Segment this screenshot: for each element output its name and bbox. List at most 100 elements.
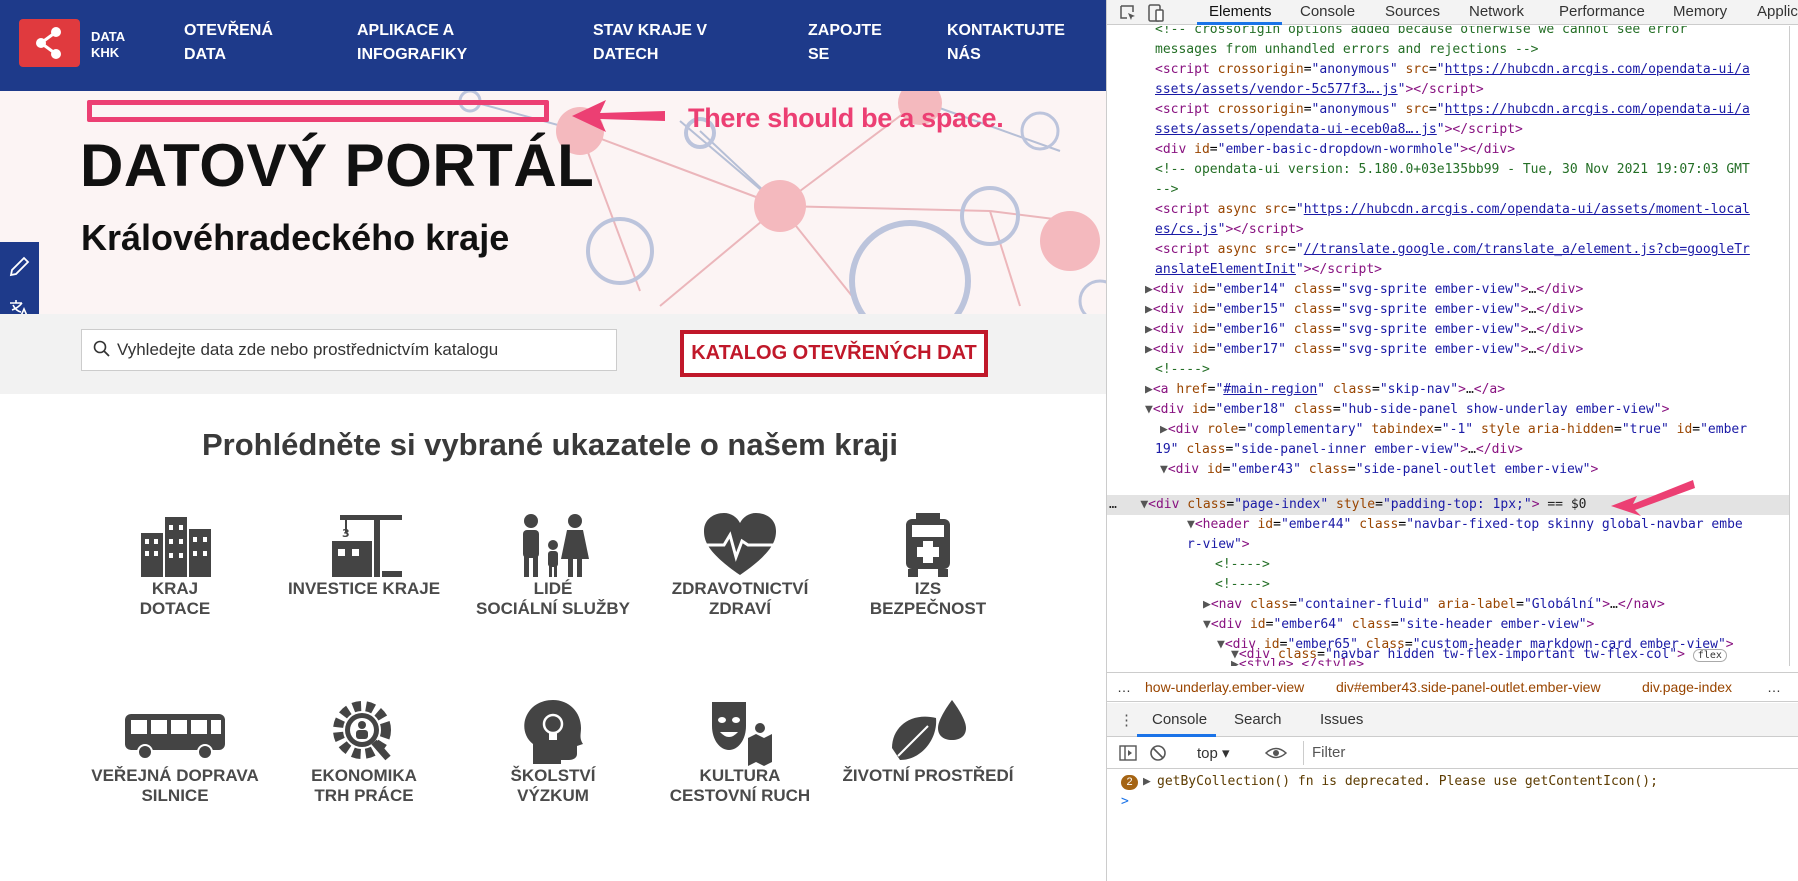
dom-line[interactable]: <script crossorigin="anonymous" src="htt… [1155,100,1750,120]
logo-share-icon[interactable] [19,19,80,67]
dom-line[interactable]: es/cs.js"></script> [1155,220,1304,240]
dom-line[interactable]: ssets/assets/vendor-5c577f3….js"></scrip… [1155,80,1484,100]
category-environment[interactable]: ŽIVOTNÍ PROSTŘEDÍ [830,698,1026,786]
dom-line[interactable]: ▼<div id="ember18" class="hub-side-panel… [1145,400,1669,420]
theatre-map-icon [712,702,772,766]
dom-line[interactable]: <script async src="https://hubcdn.arcgis… [1155,200,1750,220]
page-subtitle: Královéhradeckého kraje [81,217,510,258]
dom-line[interactable]: ▶<div role="complementary" tabindex="-1"… [1160,420,1747,440]
dom-line[interactable]: <!-- crossorigin options added because o… [1155,26,1687,40]
dom-line[interactable]: <!----> [1155,360,1210,380]
annotation-arrow-icon [1611,480,1695,516]
category-economy[interactable]: EKONOMIKA TRH PRÁCE [266,698,462,806]
category-culture-tourism[interactable]: KULTURA CESTOVNÍ RUCH [642,698,838,806]
logo-text[interactable]: DATA KHK [91,29,125,61]
dom-line[interactable]: ▼<div id="ember64" class="site-header em… [1203,615,1594,635]
breadcrumb-item[interactable]: div.page-index [1642,673,1732,701]
tab-network[interactable]: Network [1469,3,1524,20]
dom-line[interactable]: <!----> [1215,555,1270,575]
breadcrumb-item[interactable]: div#ember43.side-panel-outlet.ember-view [1336,673,1601,701]
device-toggle-icon[interactable] [1147,3,1165,23]
tab-elements[interactable]: Elements [1209,3,1272,20]
dom-line[interactable]: 19" class="side-panel-inner ember-view">… [1155,440,1523,460]
sidebar-toggle-icon[interactable] [1119,745,1137,761]
dom-line[interactable]: anslateElementInit"></script> [1155,260,1382,280]
nav-link-apps[interactable]: APLIKACE A INFOGRAFIKY [357,19,467,67]
nav-link-label: APLIKACE A [357,22,455,39]
dom-line[interactable]: <script async src="//translate.google.co… [1155,240,1750,260]
dom-line[interactable]: messages from unhandled errors and rejec… [1155,40,1539,60]
category-label: IZS [914,579,942,598]
nav-link-open-data[interactable]: OTEVŘENÁ DATA [184,19,273,67]
flex-badge[interactable]: flex [1692,649,1727,662]
message-count-badge: 2 [1121,775,1138,790]
edit-pencil-icon[interactable] [0,247,39,287]
dom-line[interactable]: ▼<header id="ember44" class="navbar-fixe… [1187,515,1743,535]
nav-link-get-involved[interactable]: ZAPOJTE SE [808,19,882,67]
dom-line[interactable]: ssets/assets/opendata-ui-eceb0a8….js"></… [1155,120,1523,140]
dom-line[interactable]: ▶<div id="ember14" class="svg-sprite emb… [1145,280,1583,300]
expand-triangle-icon[interactable]: ▶ [1143,770,1151,794]
tab-performance[interactable]: Performance [1559,3,1645,20]
dom-line[interactable]: --> [1155,180,1178,200]
dom-line[interactable]: ▶<div id="ember16" class="svg-sprite emb… [1145,320,1583,340]
dom-line-selected[interactable]: … ▼<div class="page-index" style="paddin… [1109,495,1586,515]
catalog-button[interactable]: KATALOG OTEVŘENÝCH DAT [680,330,988,377]
annotation-text: There should be a space. [688,103,1004,133]
devtools-tabbar: Elements Console Sources Network Perform… [1107,0,1798,25]
breadcrumb-item[interactable]: how-underlay.ember-view [1145,673,1304,701]
dom-line[interactable]: <!-- opendata-ui version: 5.180.0+03e135… [1155,160,1750,180]
console-prompt[interactable]: > [1121,794,1129,809]
tab-application[interactable]: Applic [1757,3,1798,20]
category-ems-safety[interactable]: IZS BEZPEČNOST [830,511,1026,619]
dom-line[interactable]: <script crossorigin="anonymous" src="htt… [1155,60,1750,80]
leaf-drop-icon [892,700,966,760]
head-lightbulb-icon [524,700,583,764]
tab-console[interactable]: Console [1300,3,1355,20]
dom-line[interactable]: ▶<a href="#main-region" class="skip-nav"… [1145,380,1505,400]
dom-line[interactable]: ▶<div id="ember15" class="svg-sprite emb… [1145,300,1583,320]
styles-pane-edge [1789,26,1798,666]
category-healthcare[interactable]: ZDRAVOTNICTVÍ ZDRAVÍ [642,511,838,619]
category-label: KRAJ [151,579,199,598]
category-label: INVESTICE KRAJE [287,579,441,598]
section-heading: Prohlédněte si vybrané ukazatele o našem… [201,427,899,462]
breadcrumb-ellipsis[interactable]: … [1767,673,1781,701]
dom-line[interactable]: <!----> [1215,575,1270,595]
dom-line[interactable]: ▼<div class="navbar hidden tw-flex-impor… [1231,645,1727,665]
dom-line[interactable]: <div id="ember-basic-dropdown-wormhole">… [1155,140,1515,160]
tab-sources[interactable]: Sources [1385,3,1440,20]
category-people-social[interactable]: LIDÉ SOCIÁLNÍ SLUŽBY [455,511,651,619]
inspect-cursor-icon[interactable] [1119,4,1137,22]
console-message[interactable]: 2 ▶ getByCollection() fn is deprecated. … [1107,770,1798,794]
category-label: SOCIÁLNÍ SLUŽBY [476,599,630,618]
nav-link-contact[interactable]: KONTAKTUJTE NÁS [947,19,1065,67]
gear-magnifier-icon [333,701,391,761]
drawer-menu-icon[interactable]: ⋮ [1119,711,1134,729]
category-transport[interactable]: VEŘEJNÁ DOPRAVA SILNICE [77,698,273,806]
nav-link-label: KONTAKTUJTE [947,22,1065,39]
eye-icon[interactable] [1265,746,1287,760]
breadcrumb-ellipsis[interactable]: … [1117,673,1131,701]
category-region-grants[interactable]: KRAJ DOTACE [77,511,273,619]
drawer-tab-issues[interactable]: Issues [1320,711,1363,728]
top-navigation: DATA KHK OTEVŘENÁ DATA APLIKACE A INFOGR… [0,0,1106,91]
dom-line[interactable]: r-view"> [1187,535,1250,555]
category-label: SILNICE [141,786,209,805]
tab-memory[interactable]: Memory [1673,3,1727,20]
page-title: DATOVÝ PORTÁL [80,132,595,199]
category-label: ŠKOLSTVÍ [510,766,596,785]
filter-input[interactable]: Filter [1303,741,1793,765]
context-select[interactable]: top ▾ [1197,744,1230,762]
category-education[interactable]: ŠKOLSTVÍ VÝZKUM [455,698,651,806]
elements-tree[interactable]: <!-- crossorigin options added because o… [1107,26,1789,666]
drawer-tab-console[interactable]: Console [1152,711,1207,728]
clear-console-icon[interactable] [1149,744,1167,762]
context-value: top [1197,745,1218,762]
dom-line[interactable]: ▶<nav class="container-fluid" aria-label… [1203,595,1665,615]
category-region-investment[interactable]: 3 INVESTICE KRAJE [266,511,462,599]
dom-line[interactable]: ▼<div id="ember43" class="side-panel-out… [1160,460,1598,480]
drawer-tab-search[interactable]: Search [1234,711,1282,728]
dom-line[interactable]: ▶<div id="ember17" class="svg-sprite emb… [1145,340,1583,360]
nav-link-region-state[interactable]: STAV KRAJE V DATECH [593,19,707,67]
